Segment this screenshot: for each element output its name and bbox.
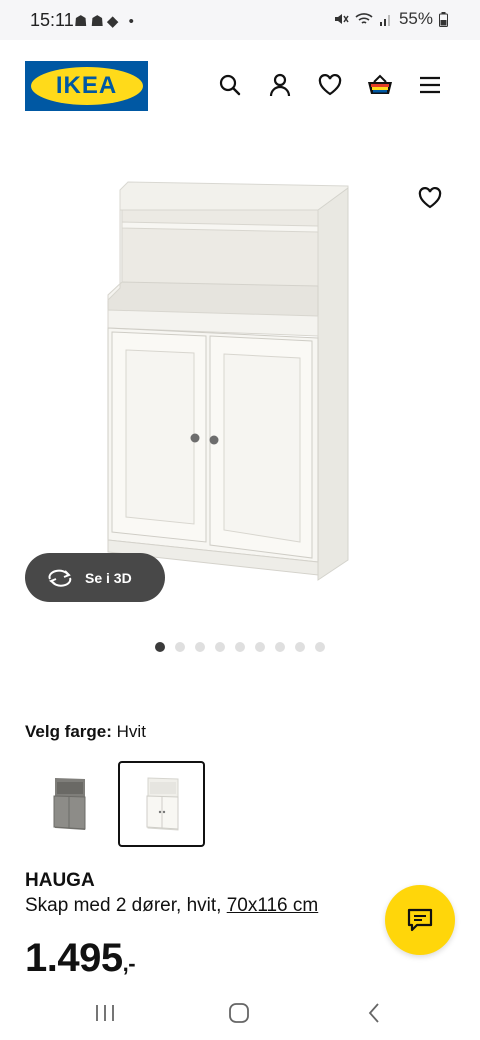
color-selector-label: Velg farge: Hvit	[25, 722, 146, 742]
basket-icon[interactable]	[366, 72, 394, 98]
search-icon[interactable]	[217, 72, 243, 98]
color-label: Velg farge:	[25, 722, 112, 741]
product-price: 1.495,-	[25, 936, 136, 980]
carousel-dot[interactable]	[195, 642, 205, 652]
carousel-dot[interactable]	[295, 642, 305, 652]
signal-icon	[379, 15, 390, 26]
view-3d-button[interactable]: Se i 3D	[25, 553, 165, 602]
recent-apps-icon[interactable]	[85, 997, 125, 1029]
carousel-dot[interactable]	[315, 642, 325, 652]
menu-icon[interactable]	[417, 72, 443, 98]
rotate-3d-icon	[48, 569, 72, 587]
home-icon[interactable]	[219, 997, 259, 1029]
back-icon[interactable]	[354, 997, 394, 1029]
heart-icon[interactable]	[317, 72, 343, 98]
mute-icon	[334, 14, 349, 24]
user-icon[interactable]	[267, 72, 293, 98]
site-header: IKEA	[0, 40, 480, 134]
product-description: Skap med 2 dører, hvit, 70x116 cm	[25, 895, 319, 916]
color-swatch-grey[interactable]	[25, 761, 112, 847]
ikea-logo[interactable]: IKEA	[25, 61, 148, 111]
carousel-dot[interactable]	[235, 642, 245, 652]
logo-text: IKEA	[55, 72, 118, 99]
product-dimensions-link[interactable]: 70x116 cm	[227, 895, 319, 916]
view-3d-label: Se i 3D	[85, 569, 132, 586]
color-value: Hvit	[116, 722, 146, 741]
notification-icons: ☗☗◆ •	[74, 13, 137, 30]
battery-percent: 55%	[398, 9, 433, 28]
carousel-dot[interactable]	[175, 642, 185, 652]
chat-button[interactable]	[385, 885, 455, 955]
carousel-dot[interactable]	[155, 642, 165, 652]
system-nav-bar	[0, 985, 480, 1040]
status-right-icons: 55%	[333, 9, 448, 29]
wifi-icon	[355, 13, 373, 24]
favorite-icon[interactable]	[414, 183, 446, 213]
product-image[interactable]	[80, 170, 370, 590]
battery-icon	[439, 11, 448, 27]
carousel-dot[interactable]	[255, 642, 265, 652]
status-time: 15:11	[30, 10, 74, 30]
color-swatch-white[interactable]	[118, 761, 205, 847]
image-carousel-dots	[155, 642, 325, 652]
product-name: HAUGA	[25, 870, 95, 891]
carousel-dot[interactable]	[215, 642, 225, 652]
status-bar: 15:11 ☗☗◆ • 55%	[0, 0, 480, 40]
carousel-dot[interactable]	[275, 642, 285, 652]
chat-icon	[407, 908, 433, 932]
